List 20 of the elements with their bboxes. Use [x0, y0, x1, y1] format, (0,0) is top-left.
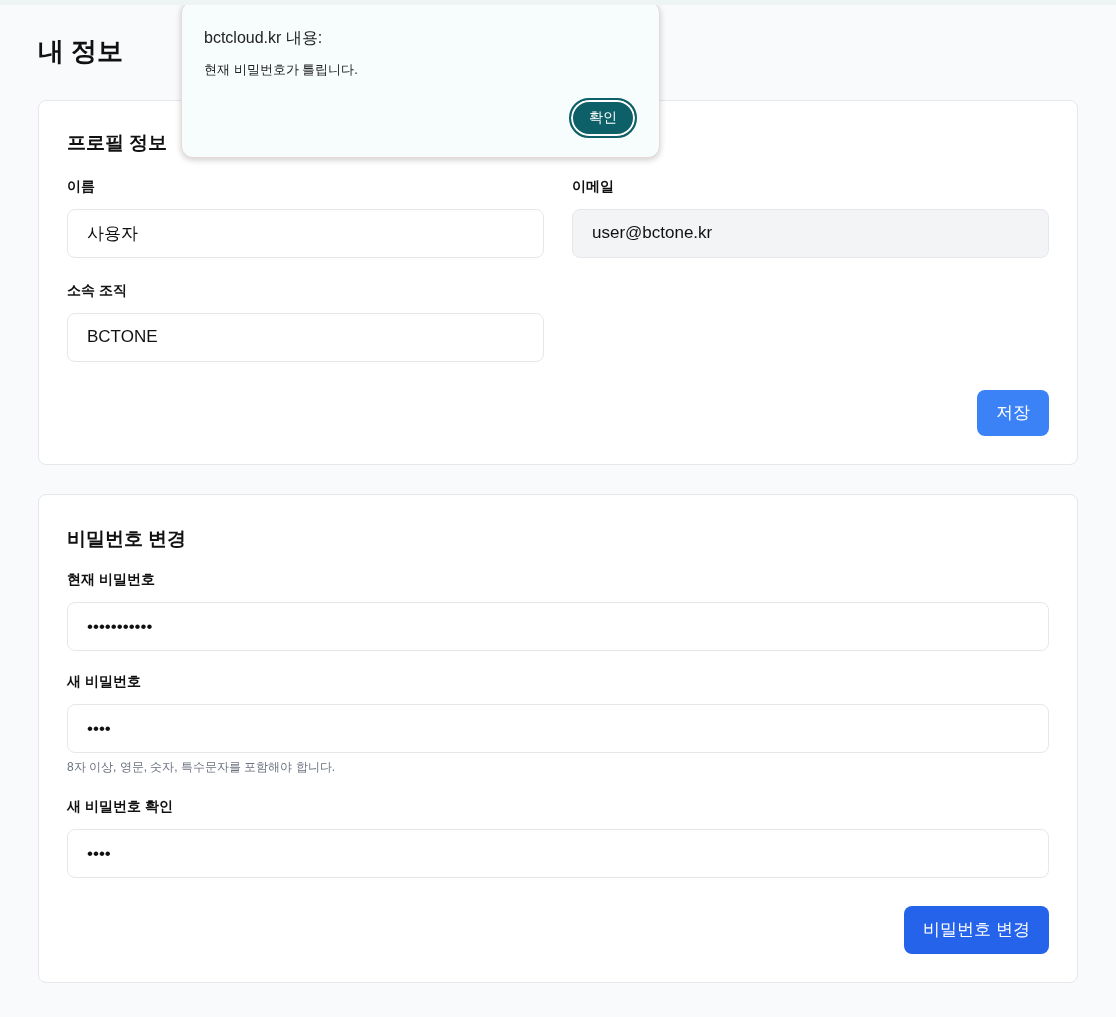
- ok-button[interactable]: 확인: [569, 97, 637, 138]
- dialog-title: bctcloud.kr 내용:: [204, 28, 324, 48]
- input-field[interactable]: •••••••••••: [67, 602, 1049, 651]
- input-field[interactable]: BCTONE: [67, 312, 544, 362]
- field-label: 이메일: [572, 176, 615, 196]
- hint-text: 8자 이상, 영문, 숫자, 특수문자를 포함해야 합니다.: [67, 759, 336, 776]
- save-button[interactable]: 저장: [977, 389, 1049, 436]
- field-label: 새 비밀번호: [67, 672, 142, 691]
- page-title: 내 정보: [38, 35, 124, 68]
- field-label: 현재 비밀번호: [67, 570, 156, 589]
- section-title: 프로필 정보: [67, 131, 169, 155]
- field-label: 새 비밀번호 확인: [67, 797, 174, 816]
- input-field[interactable]: ••••: [67, 704, 1049, 753]
- dialog-message: 현재 비밀번호가 틀립니다.: [204, 61, 359, 79]
- input-field[interactable]: 사용자: [67, 208, 544, 258]
- field-label: 소속 조직: [67, 280, 128, 300]
- field-label: 이름: [67, 176, 96, 196]
- change-password-button[interactable]: 비밀번호 변경: [904, 906, 1049, 954]
- input-field[interactable]: ••••: [67, 829, 1049, 878]
- section-title: 비밀번호 변경: [67, 526, 188, 551]
